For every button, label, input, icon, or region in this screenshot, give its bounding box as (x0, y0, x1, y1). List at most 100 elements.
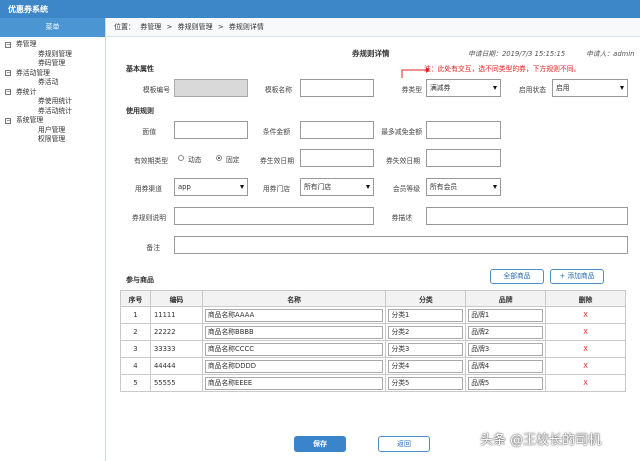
goods-code: 33333 (149, 340, 203, 358)
sidebar-item-users[interactable]: 用户管理 (0, 126, 105, 136)
validity-fixed-label: 固定 (226, 156, 240, 164)
breadcrumb-item[interactable]: 券管理 (140, 23, 161, 31)
goods-name: 商品名称AAAA (204, 308, 384, 322)
goods-category: 分类3 (388, 342, 464, 356)
interaction-note: 注：此处有交互，选不同类型的券，下方规则不同。 (424, 65, 581, 73)
sidebar-group-system[interactable]: − 系统管理 (0, 116, 105, 126)
channel-select[interactable]: app (174, 178, 248, 196)
sidebar-group-activity-management[interactable]: − 券活动管理 (0, 69, 105, 79)
sidebar-item-permissions[interactable]: 权限管理 (0, 135, 105, 145)
breadcrumb: 位置： 券管理 > 券规则管理 > 券规则详情 (106, 18, 640, 37)
table-row: 1 11111 商品名称AAAA 分类1 品牌1 X (120, 306, 626, 324)
breadcrumb-item[interactable]: 券规则管理 (178, 23, 213, 31)
delete-icon[interactable]: X (545, 340, 626, 358)
breadcrumb-prefix: 位置： (114, 23, 135, 31)
goods-code: 44444 (149, 357, 203, 375)
delete-icon[interactable]: X (545, 306, 626, 324)
collapse-icon[interactable]: − (5, 70, 11, 77)
goods-name: 商品名称DDDD (204, 359, 384, 373)
face-value-input[interactable] (174, 121, 248, 139)
validity-dynamic-radio[interactable] (178, 155, 184, 161)
delete-icon[interactable]: X (545, 374, 626, 392)
save-button[interactable]: 保存 (294, 436, 346, 452)
goods-code: 11111 (149, 306, 203, 324)
template-name-label: 模板名称 (264, 86, 292, 94)
page-title: 券规则详情 (352, 49, 390, 58)
coupon-type-label: 券类型 (401, 86, 422, 94)
row-number: 1 (120, 306, 151, 324)
add-goods-button[interactable]: + 添加商品 (550, 269, 604, 284)
store-label: 用券门店 (262, 185, 290, 193)
table-header-row: 序号 编码 名称 分类 品牌 删除 (120, 290, 626, 307)
coupon-desc-input[interactable] (426, 207, 628, 225)
sidebar-item-rule-management[interactable]: 券规则管理 (0, 50, 105, 60)
chevron-down-icon (240, 185, 244, 189)
column-header: 分类 (385, 290, 467, 307)
start-date-input[interactable] (300, 149, 374, 167)
store-select[interactable]: 所有门店 (300, 178, 374, 196)
goods-table: 序号 编码 名称 分类 品牌 删除 1 11111 商品名称AAAA 分类1 品… (120, 290, 626, 392)
breadcrumb-separator: > (217, 23, 224, 31)
sidebar-group-coupon-management[interactable]: − 券管理 (0, 40, 105, 50)
all-goods-button[interactable]: 全部商品 (490, 269, 544, 284)
goods-category: 分类2 (388, 325, 464, 339)
row-number: 2 (120, 323, 151, 341)
max-discount-label: 最多减免金额 (381, 128, 422, 136)
rule-desc-input[interactable] (174, 207, 374, 225)
validity-type-label: 有效期类型 (134, 157, 168, 165)
condition-amount-input[interactable] (300, 121, 374, 139)
app-header: 优惠券系统 (0, 0, 640, 18)
sidebar-item-usage-stats[interactable]: 券使用统计 (0, 97, 105, 107)
main-content: 券规则详情 申请日期：2019/7/3 15:15:15 申请人：admin 基… (106, 37, 640, 461)
goods-code: 55555 (149, 374, 203, 392)
column-header: 品牌 (465, 290, 547, 307)
chevron-down-icon (493, 185, 497, 189)
goods-brand: 品牌2 (468, 325, 544, 339)
collapse-icon[interactable]: − (5, 41, 11, 48)
template-code-field (174, 79, 248, 97)
delete-icon[interactable]: X (545, 357, 626, 375)
member-level-label: 会员等级 (392, 185, 420, 193)
sidebar-item-activity[interactable]: 券活动 (0, 78, 105, 88)
column-header: 序号 (120, 290, 151, 307)
breadcrumb-separator: > (166, 23, 173, 31)
app-title: 优惠券系统 (8, 5, 48, 14)
goods-brand: 品牌5 (468, 376, 544, 390)
validity-dynamic-label: 动态 (188, 156, 202, 164)
column-header: 删除 (545, 290, 626, 307)
back-button[interactable]: 返回 (378, 436, 430, 452)
applicant: 申请人：admin (586, 50, 635, 58)
table-row: 5 55555 商品名称EEEE 分类5 品牌5 X (120, 374, 626, 392)
table-row: 2 22222 商品名称BBBB 分类2 品牌2 X (120, 323, 626, 341)
collapse-icon[interactable]: − (5, 89, 11, 96)
coupon-type-select[interactable]: 满减券 (426, 79, 501, 97)
delete-icon[interactable]: X (545, 323, 626, 341)
sidebar-item-activity-stats[interactable]: 券活动统计 (0, 107, 105, 117)
section-basic: 基本属性 (126, 65, 154, 73)
validity-fixed-radio[interactable] (216, 155, 222, 161)
template-name-input[interactable] (300, 79, 374, 97)
status-select[interactable]: 启用 (552, 79, 628, 97)
apply-date: 申请日期：2019/7/3 15:15:15 (468, 50, 566, 58)
member-level-select[interactable]: 所有会员 (426, 178, 501, 196)
section-goods: 参与商品 (126, 276, 154, 284)
sidebar: 菜单 − 券管理 券规则管理 券码管理 − 券活动管理 券活动 − 券统计 券使用统计… (0, 18, 106, 461)
chevron-down-icon (620, 86, 624, 90)
goods-category: 分类1 (388, 308, 464, 322)
max-discount-input[interactable] (426, 121, 501, 139)
table-row: 4 44444 商品名称DDDD 分类4 品牌4 X (120, 357, 626, 375)
goods-category: 分类4 (388, 359, 464, 373)
end-date-input[interactable] (426, 149, 501, 167)
goods-name: 商品名称CCCC (204, 342, 384, 356)
remark-label: 备注 (146, 244, 160, 252)
sidebar-group-statistics[interactable]: − 券统计 (0, 88, 105, 98)
remark-input[interactable] (174, 236, 628, 254)
collapse-icon[interactable]: − (5, 117, 11, 124)
start-date-label: 券生效日期 (260, 157, 294, 165)
goods-category: 分类5 (388, 376, 464, 390)
template-code-label: 模板编号 (142, 86, 170, 94)
condition-amount-label: 条件金额 (262, 128, 290, 136)
chevron-down-icon (366, 185, 370, 189)
goods-brand: 品牌3 (468, 342, 544, 356)
sidebar-item-code-management[interactable]: 券码管理 (0, 59, 105, 69)
